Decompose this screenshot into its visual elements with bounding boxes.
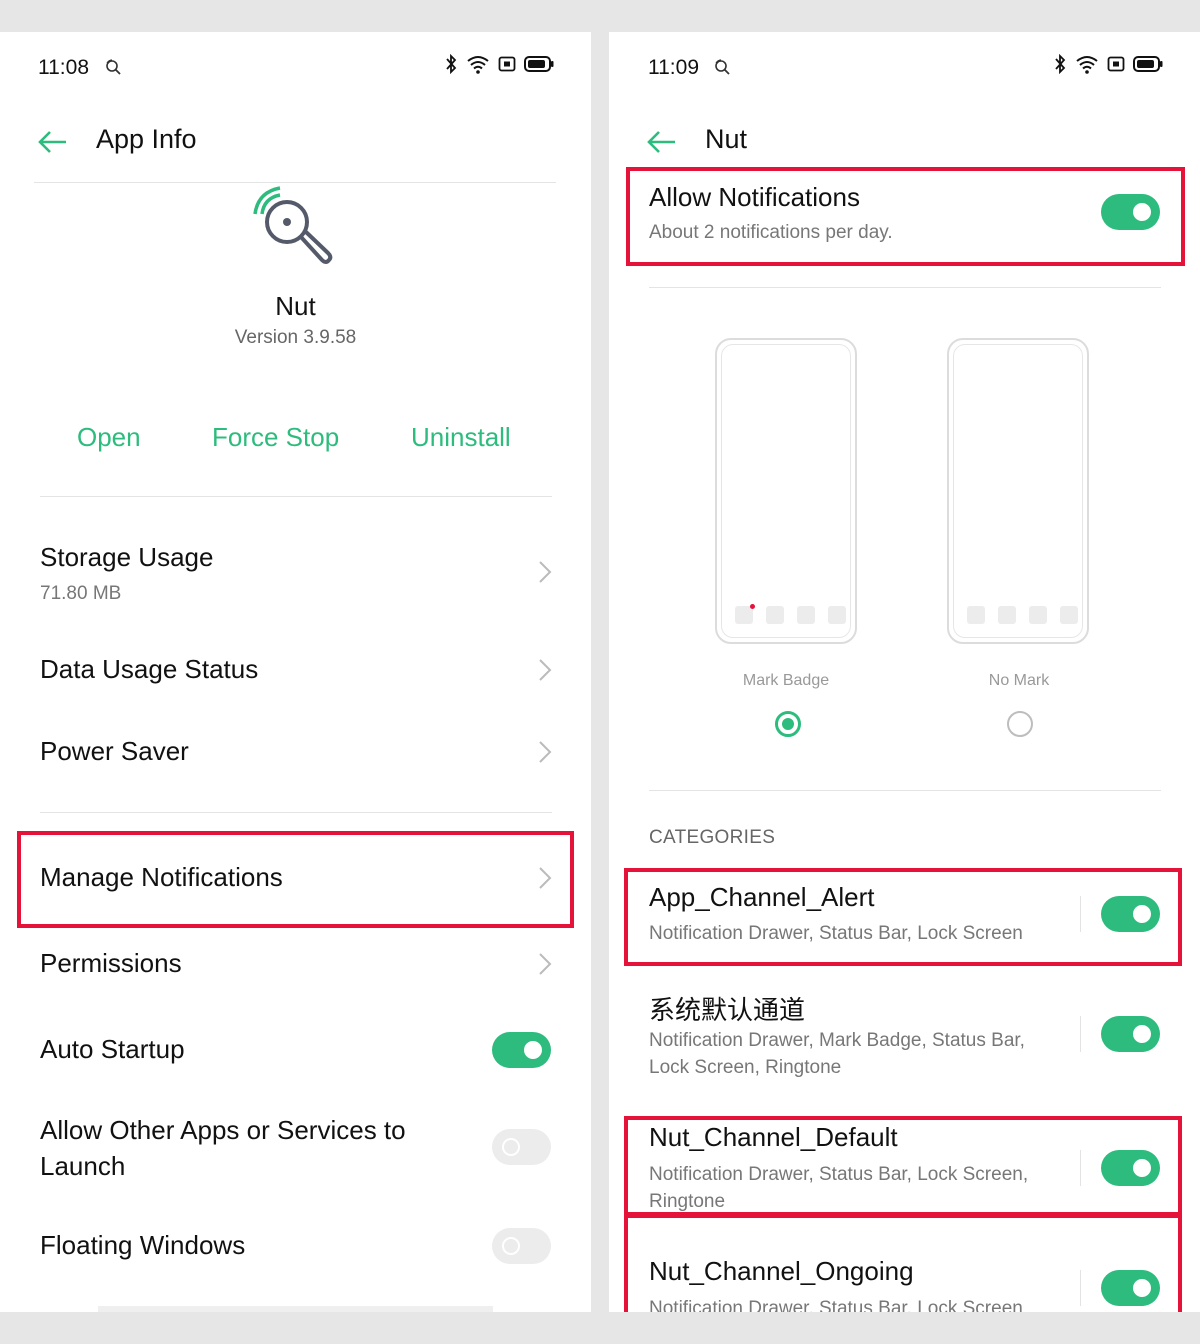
floating-windows-row: Floating Windows <box>0 1212 591 1282</box>
floating-windows-toggle[interactable] <box>492 1228 551 1264</box>
status-icons <box>1053 54 1163 74</box>
mark-badge-preview[interactable] <box>715 338 857 644</box>
row-title: Floating Windows <box>40 1230 246 1260</box>
uninstall-button[interactable]: Uninstall <box>411 422 511 453</box>
wifi-icon <box>467 56 489 74</box>
no-mark-preview[interactable] <box>947 338 1089 644</box>
storage-usage-row[interactable]: Storage Usage 71.80 MB <box>0 530 591 620</box>
divider <box>649 790 1161 791</box>
status-icons <box>444 54 554 74</box>
nfc-icon <box>498 56 516 72</box>
back-arrow-icon[interactable] <box>645 128 679 156</box>
status-time: 11:08 <box>38 56 89 79</box>
category-subtitle: Notification Drawer, Mark Badge, Status … <box>649 1030 1025 1078</box>
page-title: App Info <box>96 124 197 154</box>
app-name: Nut <box>275 291 316 321</box>
app-version: Version 3.9.58 <box>234 327 357 348</box>
app-status-icon <box>104 58 122 81</box>
allow-other-apps-toggle[interactable] <box>492 1129 551 1165</box>
no-mark-label: No Mark <box>988 672 1050 689</box>
notification-settings-screen: 11:09 Nut Allow Notifications About 2 no… <box>609 32 1200 1312</box>
nut-app-icon <box>253 186 333 264</box>
highlight-box <box>624 1116 1182 1216</box>
status-time: 11:09 <box>648 56 699 79</box>
bottom-scroll-hint <box>98 1306 493 1312</box>
chevron-right-icon <box>539 561 552 583</box>
battery-icon <box>1133 56 1163 72</box>
chevron-right-icon <box>539 741 552 763</box>
auto-startup-row: Auto Startup <box>0 1016 591 1086</box>
page-title: Nut <box>705 124 748 154</box>
mark-badge-radio[interactable] <box>775 711 801 737</box>
force-stop-button[interactable]: Force Stop <box>212 422 339 453</box>
divider <box>649 287 1161 288</box>
category-row: 系统默认通道 Notification Drawer, Mark Badge, … <box>609 982 1200 1092</box>
mark-badge-label: Mark Badge <box>742 672 830 689</box>
chevron-right-icon <box>539 659 552 681</box>
row-title: Data Usage Status <box>40 654 259 684</box>
categories-header: CATEGORIES <box>649 827 776 848</box>
highlight-box <box>626 167 1185 266</box>
allow-other-apps-row: Allow Other Apps or Services to Launch <box>0 1112 591 1192</box>
highlight-box <box>17 831 574 928</box>
app-status-icon <box>713 58 731 81</box>
permissions-row[interactable]: Permissions <box>0 930 591 1000</box>
bluetooth-icon <box>446 54 457 74</box>
highlight-box <box>624 1214 1182 1312</box>
default-channel-toggle[interactable] <box>1101 1016 1160 1052</box>
nfc-icon <box>1107 56 1125 72</box>
row-subtitle: 71.80 MB <box>40 583 122 604</box>
divider <box>34 182 556 183</box>
category-title: 系统默认通道 <box>649 995 806 1025</box>
battery-icon <box>524 56 554 72</box>
bluetooth-icon <box>1055 54 1066 74</box>
open-button[interactable]: Open <box>77 422 141 453</box>
divider <box>40 812 552 813</box>
row-title: Power Saver <box>40 736 189 766</box>
wifi-icon <box>1076 56 1098 74</box>
separator <box>1080 1016 1081 1052</box>
app-info-screen: 11:08 App Info Nut Version 3.9.58 Open F… <box>0 32 591 1312</box>
row-title: Auto Startup <box>40 1034 185 1064</box>
chevron-right-icon <box>539 953 552 975</box>
no-mark-radio[interactable] <box>1007 711 1033 737</box>
row-title: Permissions <box>40 948 182 978</box>
row-title: Allow Other Apps or Services to Launch <box>40 1115 406 1181</box>
back-arrow-icon[interactable] <box>36 128 70 156</box>
auto-startup-toggle[interactable] <box>492 1032 551 1068</box>
highlight-box <box>624 868 1182 966</box>
row-title: Storage Usage <box>40 542 214 572</box>
power-saver-row[interactable]: Power Saver <box>0 718 591 788</box>
data-usage-row[interactable]: Data Usage Status <box>0 636 591 706</box>
divider <box>40 496 552 497</box>
